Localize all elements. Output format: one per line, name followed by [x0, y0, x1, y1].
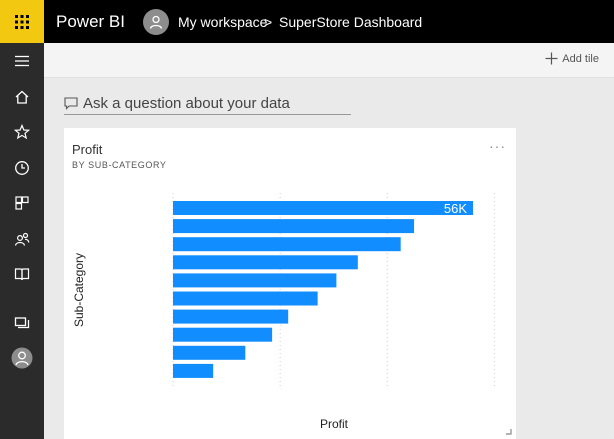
bar-6: [173, 309, 289, 324]
resize-handle-icon[interactable]: [506, 429, 512, 435]
bar-8: [173, 345, 246, 360]
tile-title: Profit: [72, 142, 103, 157]
y-axis-title: Sub-Category: [72, 253, 86, 327]
hamburger-icon: [15, 55, 29, 67]
nav-apps[interactable]: [0, 191, 44, 215]
dashboard-canvas: Add tile Ask a question about your data …: [44, 43, 614, 439]
plus-icon: [545, 52, 558, 65]
tile-subtitle: BY SUB-CATEGORY: [72, 160, 167, 170]
nav-display[interactable]: [0, 311, 44, 335]
comment-icon: [64, 97, 78, 110]
bar-9: [173, 363, 214, 378]
workspace-avatar[interactable]: [143, 9, 169, 35]
nav-profile[interactable]: [0, 346, 44, 370]
shared-people-icon: [14, 232, 30, 246]
qna-box[interactable]: Ask a question about your data: [64, 93, 351, 115]
nav-recent[interactable]: [0, 156, 44, 180]
app-launcher-button[interactable]: [0, 0, 44, 43]
profit-tile[interactable]: 56K Profit Sub-Category Profit BY SUB-CATE…: [64, 128, 516, 439]
recent-clock-icon: [15, 161, 29, 175]
bar-7: [173, 327, 273, 342]
nav-shared[interactable]: [0, 227, 44, 251]
app-title[interactable]: Power BI: [56, 12, 125, 32]
profit-bar-chart: 56K Profit Sub-Category: [72, 193, 495, 431]
bar-3: [173, 255, 358, 270]
bar-4: [173, 273, 337, 288]
nav-workspaces[interactable]: [0, 262, 44, 286]
person-icon: [149, 15, 163, 29]
breadcrumb-separator: >: [264, 14, 273, 30]
nav-favorites[interactable]: [0, 120, 44, 144]
x-axis-title: Profit: [320, 417, 349, 431]
waffle-icon: [15, 14, 29, 29]
bar-2: [173, 237, 401, 252]
breadcrumb-workspace[interactable]: My workspace: [178, 14, 267, 30]
display-icon: [14, 317, 30, 329]
breadcrumb-dashboard[interactable]: SuperStore Dashboard: [279, 14, 422, 30]
action-bar: Add tile: [44, 43, 614, 78]
bar-5: [173, 291, 318, 306]
add-tile-button[interactable]: Add tile: [545, 52, 599, 65]
nav-toggle[interactable]: [0, 49, 44, 73]
top-bar: Power BI My workspace > SuperStore Dashb…: [0, 0, 614, 43]
nav-home[interactable]: [0, 85, 44, 109]
bar-1: [173, 219, 415, 234]
apps-icon: [15, 196, 29, 210]
workspaces-book-icon: [14, 268, 30, 281]
qna-placeholder: Ask a question about your data: [83, 95, 290, 112]
left-nav: [0, 43, 44, 439]
favorites-star-icon: [14, 124, 30, 140]
add-tile-label: Add tile: [562, 52, 599, 65]
user-avatar-icon: [11, 347, 33, 369]
home-icon: [15, 90, 29, 104]
more-options-button[interactable]: ···: [489, 138, 506, 154]
data-label: 56K: [444, 201, 467, 216]
bar-0: [173, 201, 473, 215]
